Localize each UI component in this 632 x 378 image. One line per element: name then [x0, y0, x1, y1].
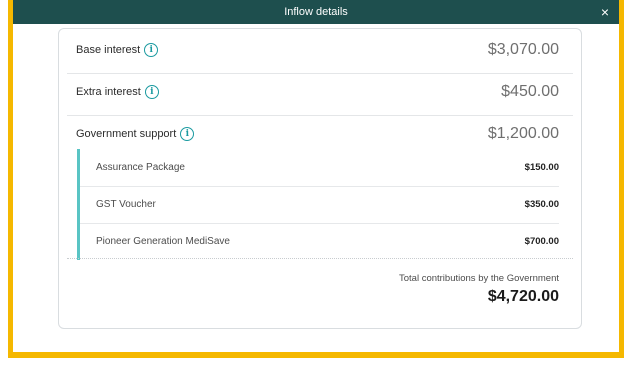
inflow-card: Base interest i $3,070.00 Extra interest… — [58, 28, 582, 329]
government-support-amount: $1,200.00 — [487, 125, 559, 142]
support-item-pioneer-generation-medisave: Pioneer Generation MediSave $700.00 — [77, 223, 559, 260]
support-item-gst-voucher: GST Voucher $350.00 — [77, 186, 559, 223]
total-amount: $4,720.00 — [487, 288, 559, 305]
government-support-label: Government support — [76, 128, 177, 140]
divider — [67, 73, 573, 74]
government-support-row: Government support i $1,200.00 — [76, 125, 559, 143]
info-icon[interactable]: i — [144, 43, 159, 57]
dotted-divider — [67, 258, 573, 259]
support-item-assurance-package: Assurance Package $150.00 — [77, 149, 559, 186]
base-interest-label: Base interest — [76, 44, 141, 56]
dialog-header: Inflow details × — [13, 0, 619, 24]
info-icon[interactable]: i — [144, 85, 159, 99]
support-item-amount: $350.00 — [524, 199, 559, 210]
dialog-title: Inflow details — [284, 6, 348, 18]
extra-interest-row: Extra interest i $450.00 — [76, 83, 559, 101]
close-icon[interactable]: × — [601, 3, 609, 21]
divider — [67, 115, 573, 116]
extra-interest-amount: $450.00 — [501, 83, 559, 100]
extra-interest-label: Extra interest — [76, 86, 141, 98]
support-item-label: Assurance Package — [96, 162, 185, 173]
support-item-label: GST Voucher — [96, 199, 156, 210]
support-item-label: Pioneer Generation MediSave — [96, 236, 230, 247]
total-label: Total contributions by the Government — [398, 273, 559, 284]
info-icon[interactable]: i — [180, 127, 195, 141]
support-item-amount: $150.00 — [524, 162, 559, 173]
support-item-amount: $700.00 — [524, 236, 559, 247]
base-interest-amount: $3,070.00 — [487, 41, 559, 58]
base-interest-row: Base interest i $3,070.00 — [76, 41, 559, 59]
